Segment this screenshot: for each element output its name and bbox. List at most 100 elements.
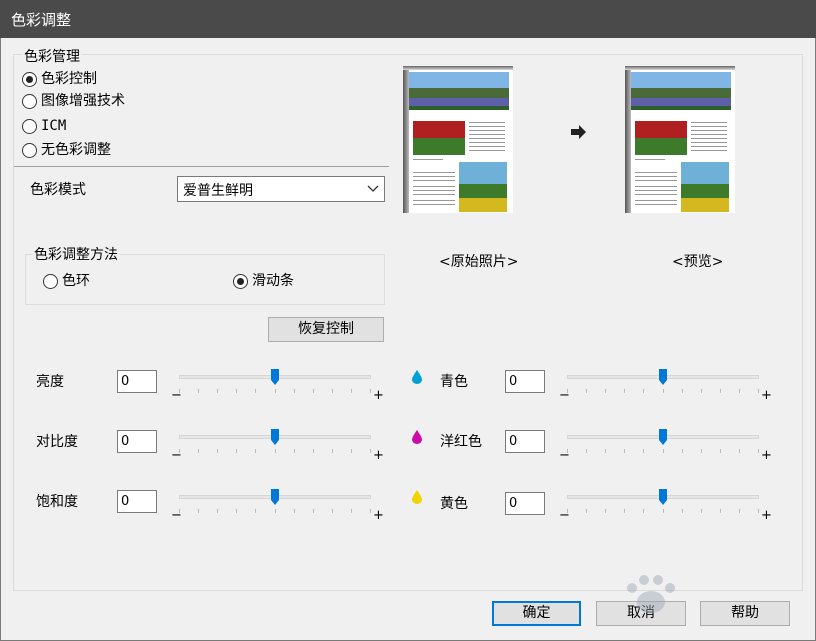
slider-tick — [682, 389, 683, 393]
radio-circle — [43, 273, 58, 289]
radio-color-control[interactable]: 色彩控制 — [22, 69, 97, 89]
ok-button[interactable]: 确定 — [492, 601, 581, 626]
cyan-input[interactable]: 0 — [505, 370, 545, 393]
slider-thumb[interactable] — [659, 489, 667, 505]
sample-page-image — [625, 66, 735, 213]
slider-tick — [663, 509, 664, 513]
color-mode-label: 色彩模式 — [30, 182, 86, 198]
slider-tick — [701, 449, 702, 453]
color-management-legend: 色彩管理 — [22, 46, 82, 66]
slider-tick — [236, 509, 237, 513]
slider-ticks — [179, 449, 371, 454]
radio-color-wheel[interactable]: 色环 — [43, 271, 90, 291]
radio-circle — [22, 71, 37, 87]
saturation-input[interactable]: 0 — [117, 490, 157, 513]
slider-tick — [605, 449, 606, 453]
radio-no-color-adjust[interactable]: 无色彩调整 — [22, 140, 111, 160]
slider-tick — [758, 449, 759, 453]
slider-tick — [624, 509, 625, 513]
slider-tick — [217, 389, 218, 393]
slider-tick — [313, 389, 314, 393]
radio-circle — [22, 93, 37, 109]
radio-circle — [22, 142, 37, 158]
slider-tick — [255, 389, 256, 393]
slider-tick — [332, 389, 333, 393]
slider-tick — [332, 449, 333, 453]
slider-tick — [663, 389, 664, 393]
preview-thumbnail — [625, 66, 735, 213]
slider-tick — [275, 509, 276, 513]
slider-tick — [351, 509, 352, 513]
slider-tick — [586, 389, 587, 393]
plus-sign: + — [373, 388, 384, 403]
color-mode-value: 爱普生鲜明 — [183, 183, 253, 199]
slider-tick — [351, 449, 352, 453]
brightness-input[interactable]: 0 — [117, 370, 157, 393]
color-mode-select[interactable]: 爱普生鲜明 — [177, 176, 385, 202]
yellow-slider[interactable]: − + — [559, 489, 773, 529]
slider-tick — [217, 509, 218, 513]
slider-thumb[interactable] — [271, 429, 279, 445]
brightness-slider[interactable]: − + — [171, 369, 385, 409]
sample-page-image — [403, 66, 513, 213]
slider-tick — [332, 509, 333, 513]
slider-tick — [313, 449, 314, 453]
slider-thumb[interactable] — [659, 369, 667, 385]
slider-tick — [739, 449, 740, 453]
cyan-label: 青色 — [440, 374, 468, 390]
saturation-slider[interactable]: − + — [171, 489, 385, 529]
slider-tick — [758, 509, 759, 513]
magenta-drop-icon — [412, 430, 422, 444]
radio-label: 滑动条 — [252, 273, 294, 289]
radio-slider[interactable]: 滑动条 — [233, 271, 294, 291]
brightness-label: 亮度 — [36, 374, 64, 390]
radio-label: 色彩控制 — [41, 71, 97, 87]
minus-sign: − — [559, 448, 570, 463]
magenta-slider[interactable]: − + — [559, 429, 773, 469]
title-bar[interactable]: 色彩调整 — [0, 0, 816, 38]
cyan-slider[interactable]: − + — [559, 369, 773, 409]
arrow-right-icon — [571, 125, 586, 139]
cyan-drop-icon — [412, 370, 422, 384]
radio-label: ICM — [41, 118, 67, 134]
slider-thumb[interactable] — [271, 369, 279, 385]
page-shadow — [625, 66, 735, 70]
slider-tick — [605, 389, 606, 393]
radio-circle — [233, 273, 248, 289]
slider-tick — [255, 509, 256, 513]
magenta-input[interactable]: 0 — [505, 430, 545, 453]
page-shadow — [625, 66, 631, 213]
slider-tick — [198, 389, 199, 393]
preview-label: <预览> — [672, 254, 724, 270]
plus-sign: + — [761, 508, 772, 523]
slider-tick — [643, 509, 644, 513]
slider-tick — [643, 389, 644, 393]
contrast-label: 对比度 — [36, 434, 78, 450]
contrast-slider[interactable]: − + — [171, 429, 385, 469]
slider-tick — [605, 509, 606, 513]
separator — [14, 166, 389, 167]
slider-ticks — [567, 449, 759, 454]
slider-tick — [739, 389, 740, 393]
adjust-method-legend: 色彩调整方法 — [32, 244, 120, 264]
restore-control-button[interactable]: 恢复控制 — [268, 317, 384, 342]
slider-tick — [701, 389, 702, 393]
slider-tick — [586, 509, 587, 513]
slider-tick — [294, 509, 295, 513]
slider-thumb[interactable] — [659, 429, 667, 445]
yellow-input[interactable]: 0 — [505, 492, 545, 515]
slider-ticks — [567, 509, 759, 514]
window-title: 色彩调整 — [11, 11, 72, 29]
contrast-input[interactable]: 0 — [117, 430, 157, 453]
slider-ticks — [179, 389, 371, 394]
minus-sign: − — [559, 508, 570, 523]
radio-label: 无色彩调整 — [41, 142, 111, 158]
minus-sign: − — [559, 388, 570, 403]
slider-tick — [624, 389, 625, 393]
radio-icm[interactable]: ICM — [22, 116, 66, 136]
slider-tick — [682, 509, 683, 513]
slider-thumb[interactable] — [271, 489, 279, 505]
saturation-label: 饱和度 — [36, 494, 78, 510]
slider-tick — [720, 509, 721, 513]
radio-image-enhance[interactable]: 图像增强技术 — [22, 91, 125, 111]
